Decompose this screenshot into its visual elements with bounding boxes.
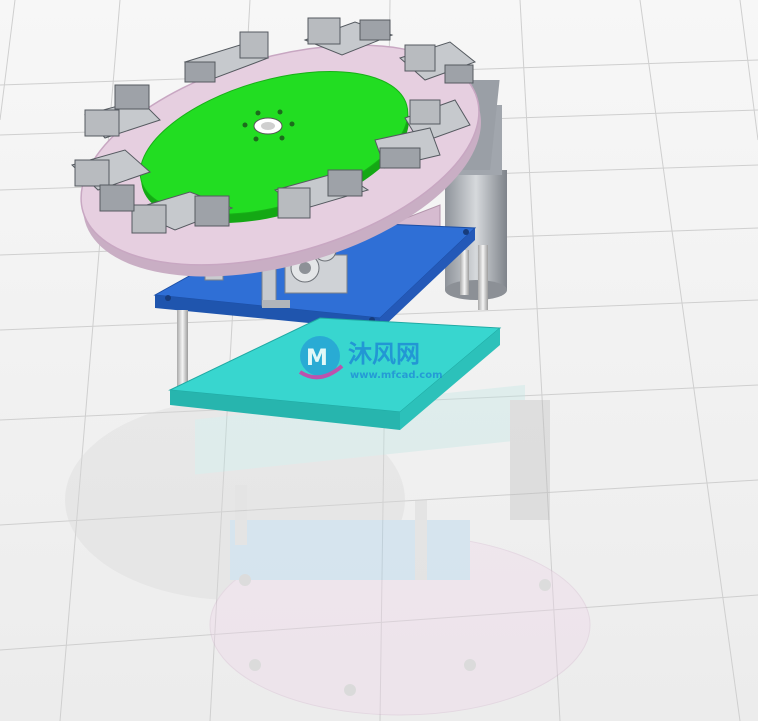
watermark-brand: 沐风网 (348, 340, 420, 368)
watermark-url: www.mfcad.com (350, 370, 443, 381)
cad-render-scene: M 沐风网 www.mfcad.com (0, 0, 758, 721)
svg-text:M: M (306, 346, 328, 371)
cad-viewport: M 沐风网 www.mfcad.com (0, 0, 758, 721)
